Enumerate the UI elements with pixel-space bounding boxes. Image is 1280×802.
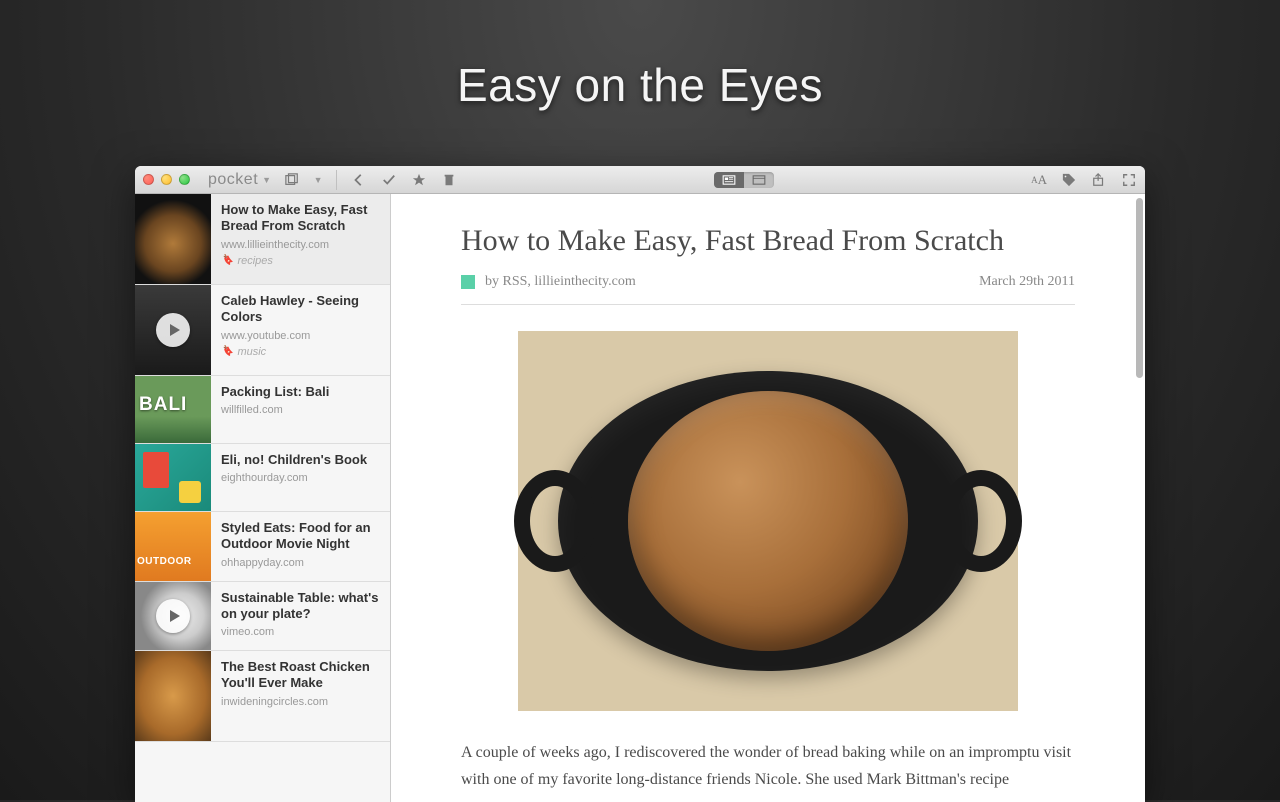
list-item-source: www.lillieinthecity.com (221, 239, 380, 251)
scrollbar-thumb[interactable] (1136, 198, 1143, 378)
article-title: How to Make Easy, Fast Bread From Scratc… (461, 224, 1075, 258)
play-icon (156, 599, 190, 633)
hero-title: Easy on the Eyes (0, 0, 1280, 112)
titlebar: pocket ▼ ▼ AA (135, 166, 1145, 194)
list-item-title: Eli, no! Children's Book (221, 452, 380, 468)
list-item[interactable]: Sustainable Table: what's on your plate?… (135, 582, 390, 652)
list-item-body: Styled Eats: Food for an Outdoor Movie N… (211, 512, 390, 581)
share-icon[interactable] (1091, 172, 1107, 188)
list-item-tag: 🔖music (221, 346, 380, 358)
list-item-thumbnail (135, 285, 211, 375)
list-item-source: ohhappyday.com (221, 557, 380, 569)
list-item[interactable]: Styled Eats: Food for an Outdoor Movie N… (135, 512, 390, 582)
star-icon[interactable] (411, 172, 427, 188)
list-item-body: Sustainable Table: what's on your plate?… (211, 582, 390, 651)
chevron-down-icon: ▼ (262, 175, 271, 185)
list-item-thumbnail (135, 582, 211, 651)
tag-icon[interactable] (1061, 172, 1077, 188)
brand-menu[interactable]: pocket ▼ (208, 171, 272, 189)
list-item-tag: 🔖recipes (221, 255, 380, 267)
checkmark-icon[interactable] (381, 172, 397, 188)
list-item-source: eighthourday.com (221, 472, 380, 484)
content-area: How to Make Easy, Fast Bread From Scratc… (135, 194, 1145, 802)
tag-icon: 🔖 (221, 346, 233, 357)
list-item-thumbnail (135, 376, 211, 443)
play-icon (156, 313, 190, 347)
list-item-title: Caleb Hawley - Seeing Colors (221, 293, 380, 326)
tag-icon: 🔖 (221, 255, 233, 266)
list-item-body: How to Make Easy, Fast Bread From Scratc… (211, 194, 390, 284)
reader-view-button[interactable] (714, 172, 744, 188)
list-item-body: Caleb Hawley - Seeing Colors www.youtube.… (211, 285, 390, 375)
list-item-title: The Best Roast Chicken You'll Ever Make (221, 659, 380, 692)
article-list-sidebar[interactable]: How to Make Easy, Fast Bread From Scratc… (135, 194, 391, 802)
scrollbar[interactable] (1135, 194, 1143, 802)
favicon-icon (461, 275, 475, 289)
list-item-title: Packing List: Bali (221, 384, 380, 400)
list-item[interactable]: Packing List: Bali willfilled.com (135, 376, 390, 444)
toolbar-separator (336, 170, 337, 190)
minimize-window-button[interactable] (161, 174, 172, 185)
article-hero-image (518, 331, 1018, 711)
app-window: pocket ▼ ▼ AA How to Mak (135, 166, 1145, 802)
back-icon[interactable] (351, 172, 367, 188)
fullscreen-icon[interactable] (1121, 172, 1137, 188)
list-item-thumbnail (135, 651, 211, 741)
article-byline: by RSS, lillieinthecity.com (485, 274, 636, 290)
article-body: A couple of weeks ago, I rediscovered th… (461, 739, 1075, 793)
zoom-window-button[interactable] (179, 174, 190, 185)
list-item[interactable]: How to Make Easy, Fast Bread From Scratc… (135, 194, 390, 285)
list-item-thumbnail (135, 444, 211, 511)
list-item-body: The Best Roast Chicken You'll Ever Make i… (211, 651, 390, 741)
list-item-source: www.youtube.com (221, 330, 380, 342)
library-icon[interactable] (284, 172, 300, 188)
reader-pane[interactable]: How to Make Easy, Fast Bread From Scratc… (391, 194, 1145, 802)
list-item-body: Eli, no! Children's Book eighthourday.com (211, 444, 390, 511)
list-item-thumbnail (135, 194, 211, 284)
view-mode-toggle[interactable] (714, 172, 774, 188)
traffic-lights (143, 174, 190, 185)
list-item[interactable]: Caleb Hawley - Seeing Colors www.youtube.… (135, 285, 390, 376)
list-item[interactable]: The Best Roast Chicken You'll Ever Make i… (135, 651, 390, 742)
web-view-button[interactable] (744, 172, 774, 188)
byline-row: by RSS, lillieinthecity.com March 29th 2… (461, 274, 1075, 305)
text-size-icon[interactable]: AA (1031, 172, 1047, 188)
list-item-source: inwideningcircles.com (221, 696, 380, 708)
list-item-title: Styled Eats: Food for an Outdoor Movie N… (221, 520, 380, 553)
list-item-thumbnail (135, 512, 211, 581)
trash-icon[interactable] (441, 172, 457, 188)
chevron-down-icon: ▼ (314, 175, 323, 185)
list-item-title: How to Make Easy, Fast Bread From Scratc… (221, 202, 380, 235)
list-item-source: willfilled.com (221, 404, 380, 416)
list-item-title: Sustainable Table: what's on your plate? (221, 590, 380, 623)
close-window-button[interactable] (143, 174, 154, 185)
article-date: March 29th 2011 (979, 274, 1075, 290)
list-item[interactable]: Eli, no! Children's Book eighthourday.com (135, 444, 390, 512)
brand-label: pocket (208, 171, 258, 189)
list-item-body: Packing List: Bali willfilled.com (211, 376, 390, 443)
list-item-source: vimeo.com (221, 626, 380, 638)
